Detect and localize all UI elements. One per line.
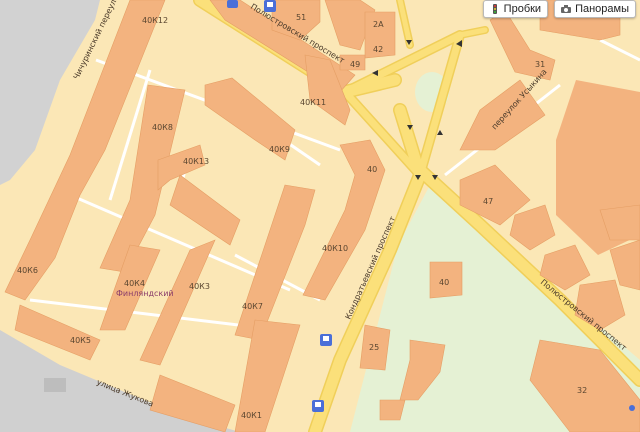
building-number: 51	[296, 13, 306, 22]
building-number: 40К13	[183, 157, 209, 166]
building-number: 40	[367, 165, 377, 174]
building-number: 25	[369, 343, 379, 352]
building-number: 40К9	[269, 145, 290, 154]
map-canvas[interactable]: Полюстровский проспект Полюстровский про…	[0, 0, 640, 432]
building-number: 47	[483, 197, 493, 206]
building-number: 40	[439, 278, 449, 287]
building-number: 40К10	[322, 244, 348, 253]
camera-icon	[561, 5, 572, 13]
building-number: 40К11	[300, 98, 326, 107]
building-number: 40К1	[241, 411, 262, 420]
district-label: Финляндский	[116, 289, 174, 298]
panoramas-button[interactable]: Панорамы	[554, 0, 636, 18]
building-number: 40К12	[142, 16, 168, 25]
traffic-light-icon	[492, 4, 497, 14]
building-number: 32	[577, 386, 587, 395]
panoramas-button-label: Панорамы	[575, 3, 629, 15]
metro-icon[interactable]	[227, 0, 238, 8]
building-number: 40К4	[124, 279, 145, 288]
building-number: 42	[373, 45, 383, 54]
camera-marker-icon	[629, 405, 635, 411]
traffic-button[interactable]: Пробки	[482, 0, 549, 18]
building-number: 2А	[373, 20, 384, 29]
bus-stop-icon[interactable]	[320, 334, 332, 346]
bus-stop-icon[interactable]	[312, 400, 324, 412]
building-number: 40К6	[17, 266, 38, 275]
bus-stop-icon[interactable]	[264, 0, 276, 12]
building-number: 49	[350, 60, 360, 69]
building-number: 40К3	[189, 282, 210, 291]
building-number: 40К5	[70, 336, 91, 345]
building-number: 40К8	[152, 123, 173, 132]
building-number: 40К7	[242, 302, 263, 311]
map-toolbar: Пробки Панорамы	[482, 0, 636, 18]
traffic-button-label: Пробки	[503, 3, 542, 15]
building-number: 31	[535, 60, 545, 69]
